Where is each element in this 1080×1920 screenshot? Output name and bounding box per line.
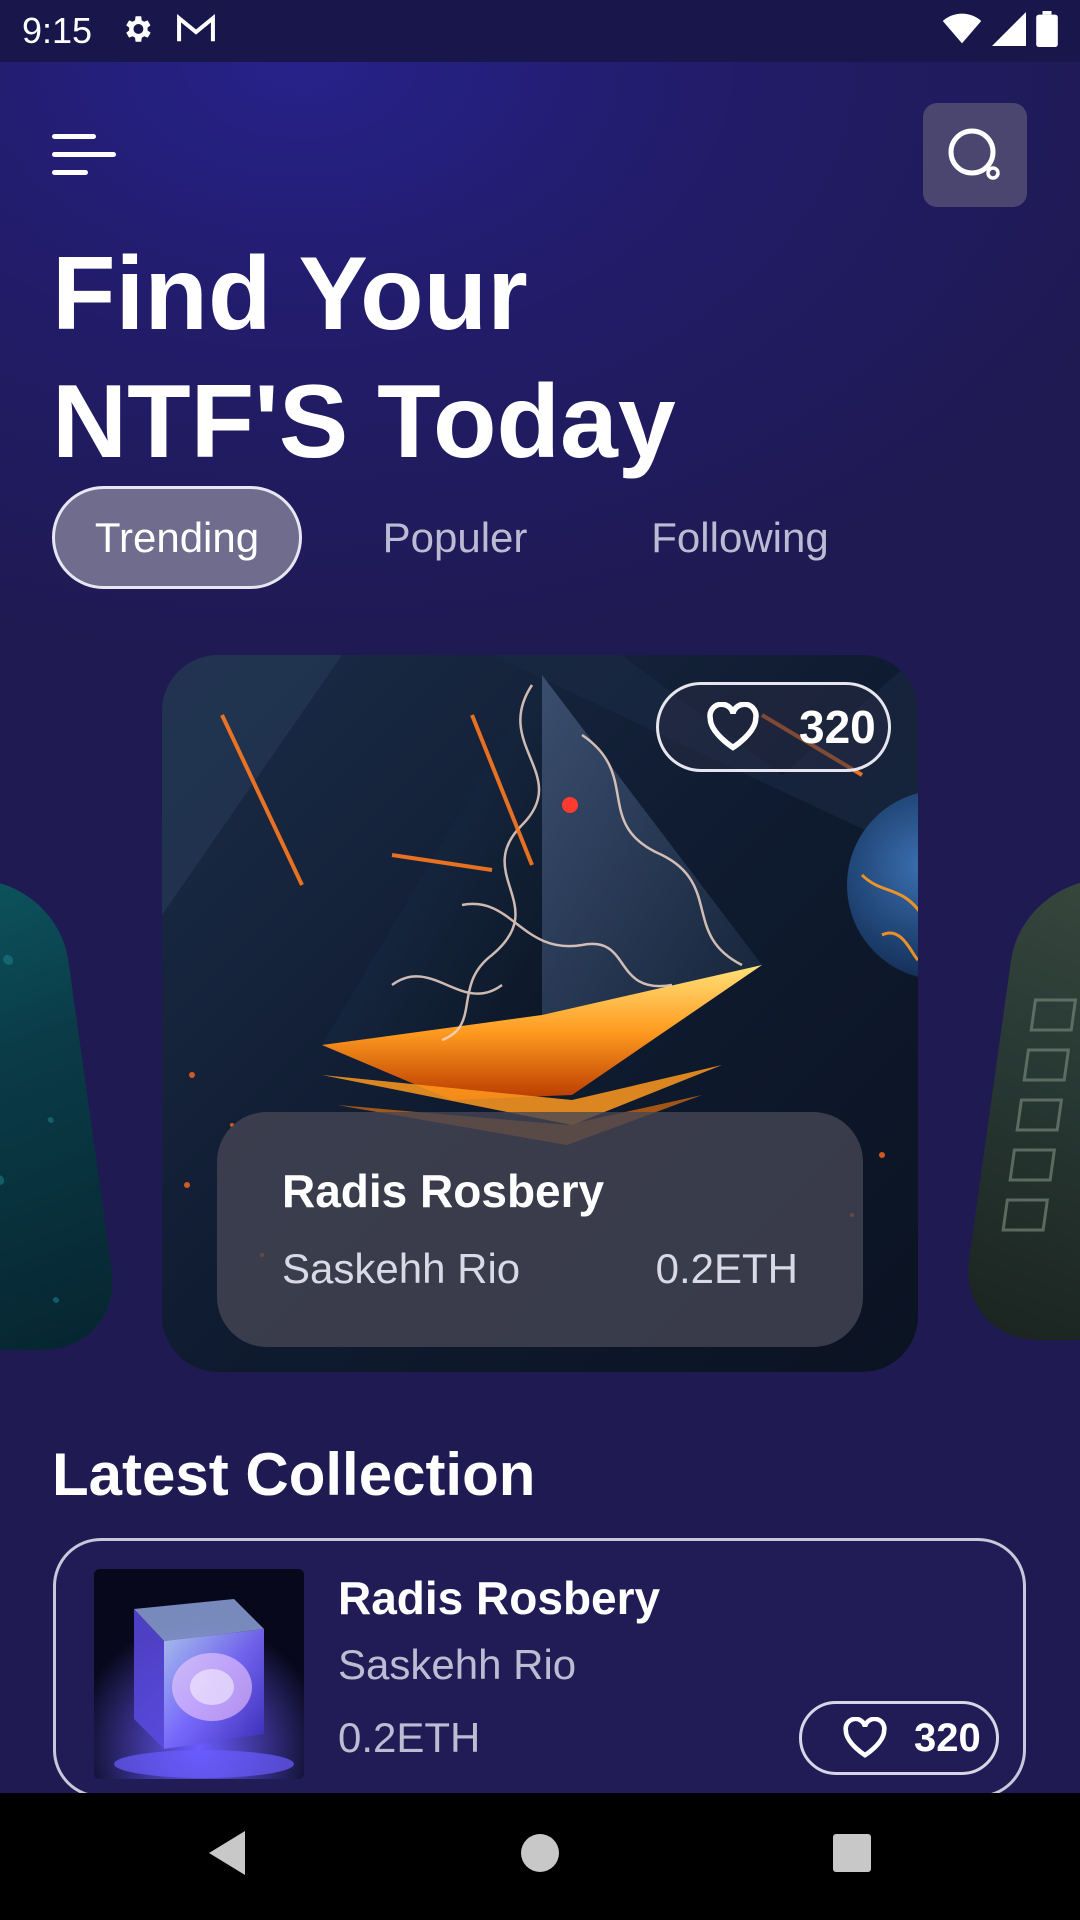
collection-item-artist: Saskehh Rio <box>338 1641 577 1688</box>
battery-icon <box>1036 10 1058 52</box>
system-nav-bar <box>0 1793 1080 1920</box>
tab-populer[interactable]: Populer <box>375 486 535 589</box>
wifi-icon <box>942 13 982 50</box>
search-icon <box>948 128 1000 180</box>
home-icon[interactable] <box>515 1823 565 1883</box>
featured-artist: Saskehh Rio <box>282 1245 521 1292</box>
carousel-card-previous[interactable] <box>0 880 124 1350</box>
tab-following[interactable]: Following <box>640 486 840 589</box>
tab-trending[interactable]: Trending <box>52 486 302 589</box>
menu-icon[interactable] <box>52 130 118 176</box>
recents-icon[interactable] <box>827 1823 877 1883</box>
settings-icon <box>120 12 154 51</box>
featured-price: 0.2ETH <box>655 1245 798 1292</box>
featured-nft-card[interactable]: 320 Radis Rosbery Saskehh Rio 0.2ETH <box>162 655 918 1372</box>
latest-collection-heading: Latest Collection <box>52 1441 536 1508</box>
carousel-card-next[interactable] <box>957 880 1080 1340</box>
featured-title: Radis Rosbery <box>282 1165 605 1217</box>
page-title: Find Your NTF'S Today <box>52 230 952 486</box>
collection-item[interactable]: Radis Rosbery Saskehh Rio 0.2ETH 320 <box>53 1538 1026 1798</box>
collection-item-thumbnail <box>94 1569 304 1779</box>
page-title-line2: NTF'S Today <box>52 364 676 480</box>
collection-item-price: 0.2ETH <box>338 1714 481 1761</box>
collection-item-title: Radis Rosbery <box>338 1572 661 1624</box>
featured-like-count: 320 <box>799 701 876 753</box>
app-screen: 9:15 Find Your NTF'S Today Trending Popu… <box>0 0 1080 1920</box>
featured-info-panel: Radis Rosbery Saskehh Rio 0.2ETH <box>217 1112 863 1347</box>
heart-icon <box>843 1717 887 1758</box>
status-time: 9:15 <box>22 10 93 51</box>
search-button[interactable] <box>923 103 1027 207</box>
status-bar: 9:15 <box>0 0 1080 62</box>
page-title-line1: Find Your <box>52 236 528 352</box>
back-icon[interactable] <box>203 1823 253 1883</box>
collection-item-like-button[interactable]: 320 <box>799 1701 999 1775</box>
collection-item-like-count: 320 <box>914 1715 981 1760</box>
heart-icon <box>707 702 759 751</box>
gmail-icon <box>176 13 216 50</box>
featured-like-button[interactable]: 320 <box>656 682 891 772</box>
signal-icon <box>992 11 1026 51</box>
